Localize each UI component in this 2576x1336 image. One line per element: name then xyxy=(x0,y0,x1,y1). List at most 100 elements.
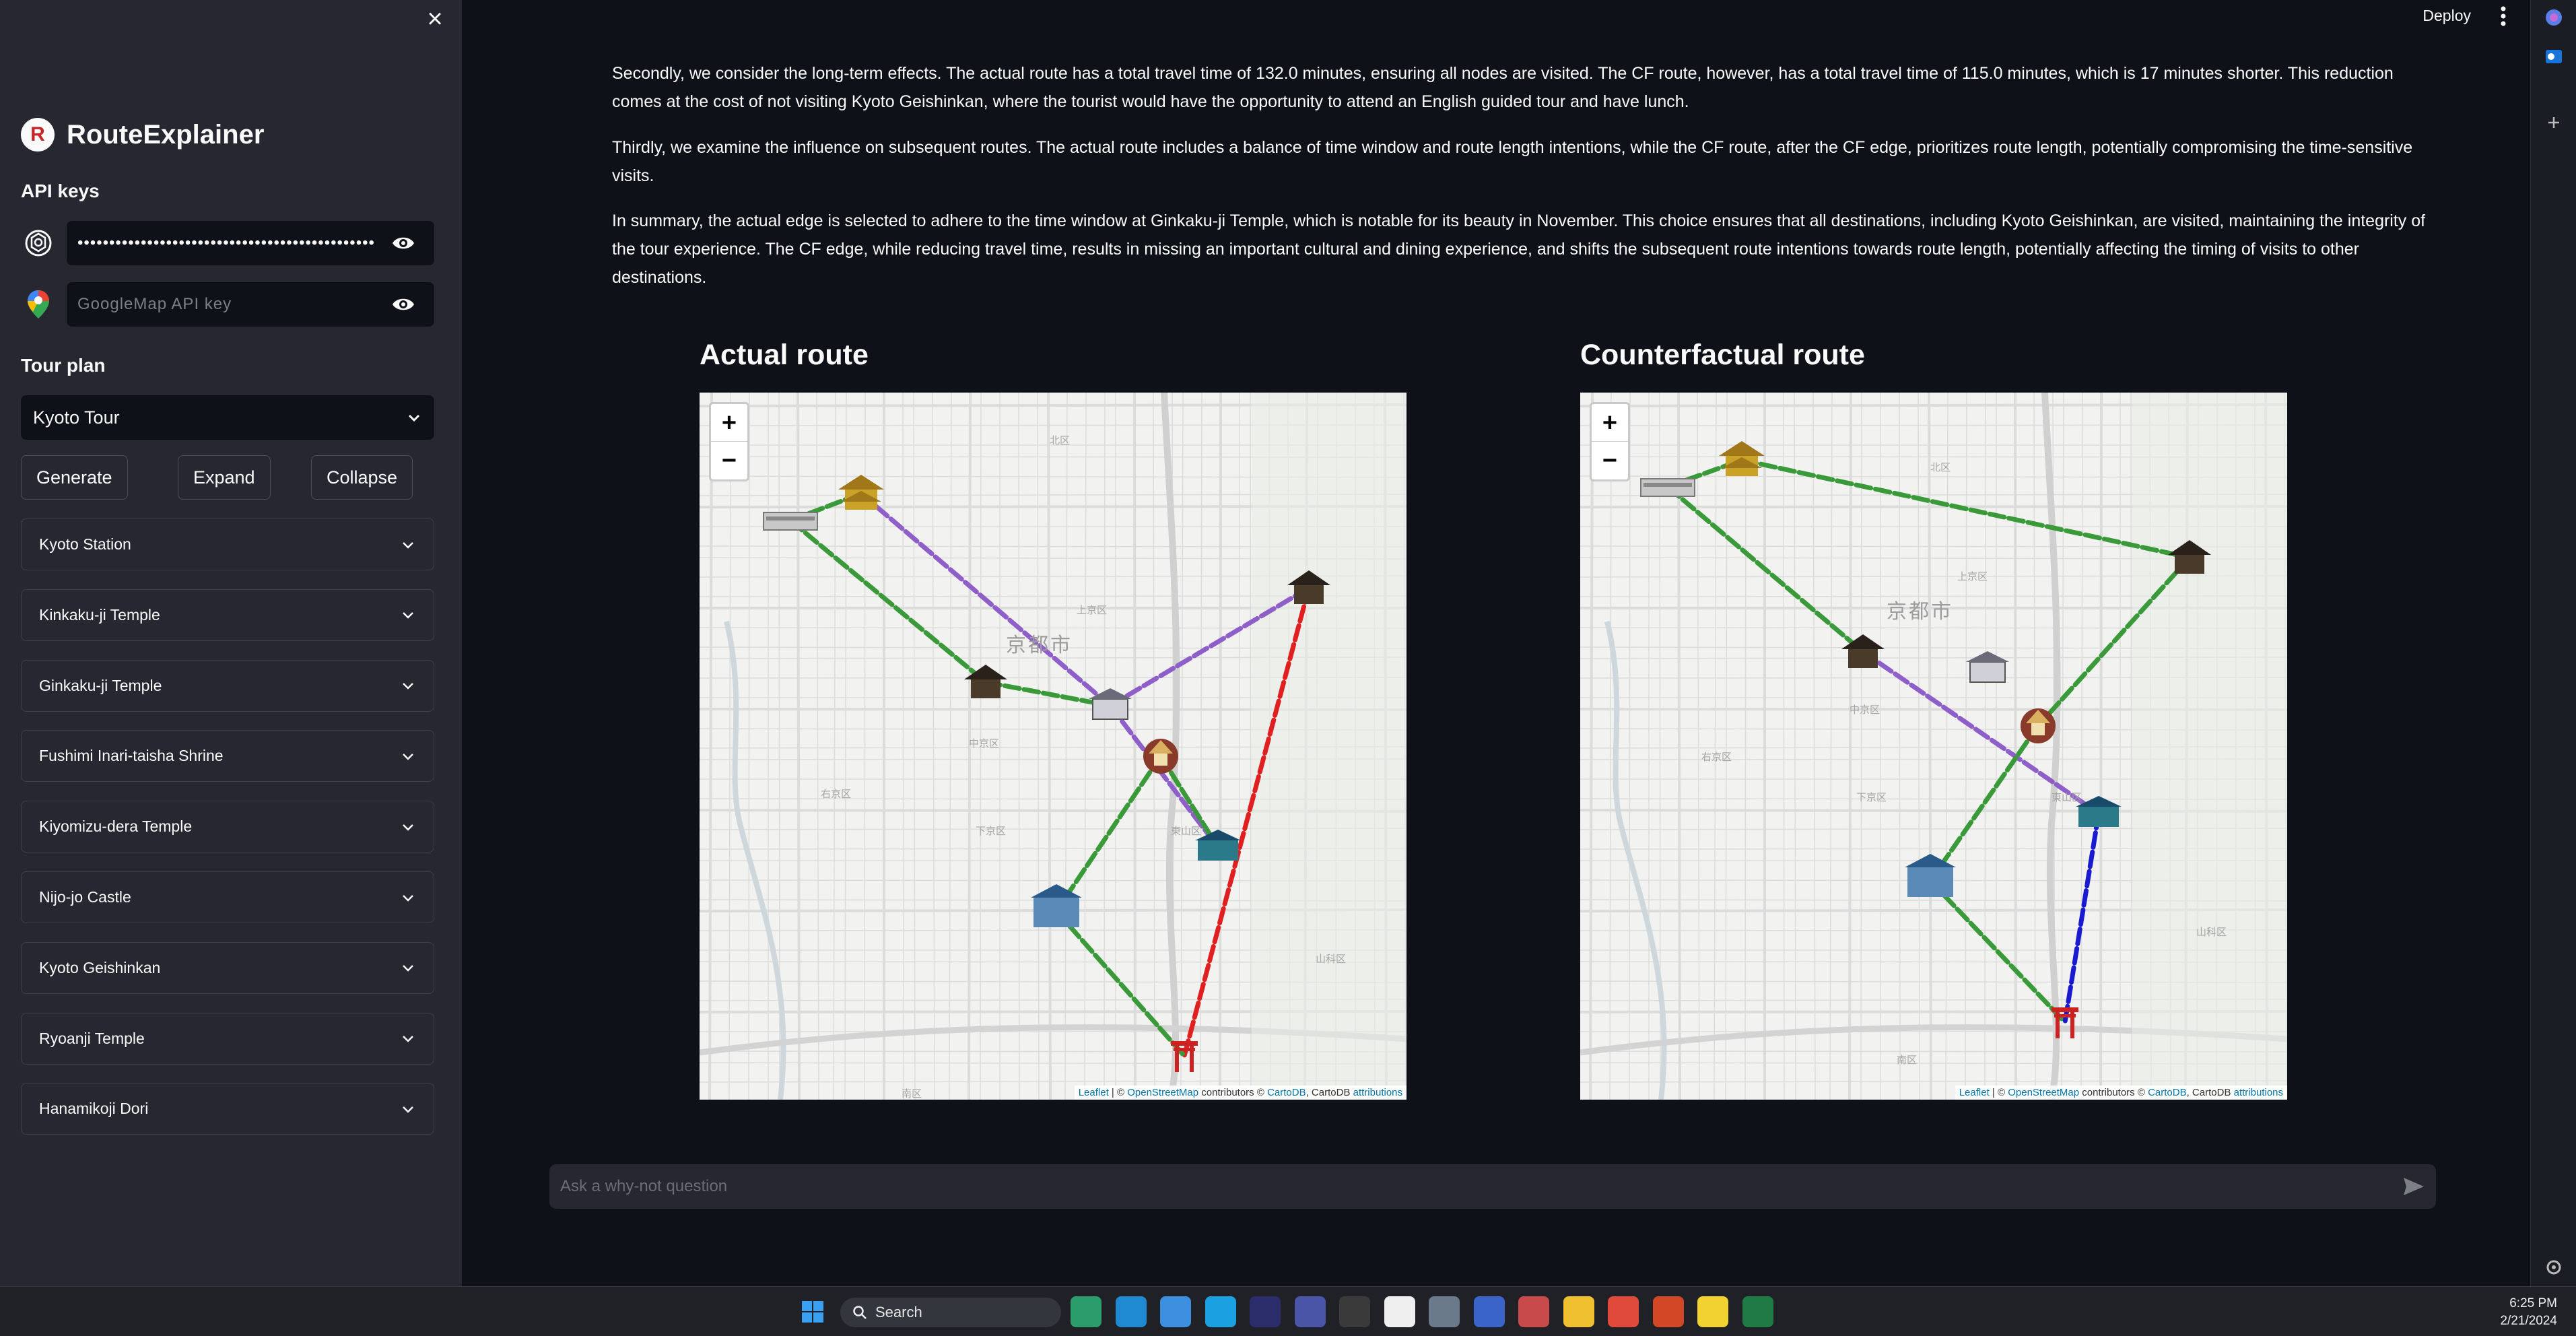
explanation-paragraph: Thirdly, we examine the influence on sub… xyxy=(612,138,2413,185)
zoom-out-button[interactable]: − xyxy=(711,442,747,479)
taskbar-search-label: Search xyxy=(875,1304,922,1321)
chevron-down-icon xyxy=(403,754,413,760)
destination-expander[interactable]: Kyoto Geishinkan xyxy=(21,941,434,994)
deploy-button[interactable]: Deploy xyxy=(2422,7,2471,25)
bluesky-icon[interactable] xyxy=(1160,1296,1191,1327)
district-label: 上京区 xyxy=(1957,570,1988,582)
taskbar-search[interactable]: Search xyxy=(840,1298,1061,1327)
destination-expander[interactable]: Ryoanji Temple xyxy=(21,1012,434,1065)
destination-label: Ryoanji Temple xyxy=(39,1029,145,1047)
destination-expander[interactable]: Nijo-jo Castle xyxy=(21,871,434,923)
chat-input-container[interactable] xyxy=(549,1164,2436,1209)
add-icon[interactable] xyxy=(2543,112,2565,133)
destination-expander[interactable]: Ginkaku-ji Temple xyxy=(21,659,434,712)
gear-icon[interactable] xyxy=(2543,1257,2565,1278)
leaflet-link[interactable]: Leaflet xyxy=(1079,1087,1109,1098)
close-sidebar-button[interactable]: × xyxy=(421,5,448,32)
kyoto-station-marker[interactable] xyxy=(763,512,818,531)
show-password-icon[interactable] xyxy=(391,232,415,255)
actual-route-title: Actual route xyxy=(700,339,869,371)
chevron-down-icon xyxy=(403,965,413,972)
send-icon[interactable] xyxy=(2402,1176,2425,1197)
osm-link[interactable]: OpenStreetMap xyxy=(1127,1087,1198,1098)
more-options-icon[interactable] xyxy=(2495,4,2511,28)
leaflet-link[interactable]: Leaflet xyxy=(1959,1087,1990,1098)
zoom-in-button[interactable]: + xyxy=(1592,404,1628,442)
kiyomizu-marker[interactable] xyxy=(1195,830,1241,861)
kinkakuji-marker[interactable] xyxy=(838,475,884,510)
excel-icon[interactable] xyxy=(1742,1296,1773,1327)
chevron-down-icon xyxy=(403,824,413,831)
main-content: Deploy Secondly, we consider the long-te… xyxy=(462,0,2530,1286)
shrine-marker[interactable] xyxy=(2021,708,2056,743)
chat-input[interactable] xyxy=(560,1177,2311,1196)
remote-desktop-icon[interactable] xyxy=(1473,1296,1505,1327)
show-password-icon[interactable] xyxy=(391,293,415,316)
destination-expander[interactable]: Kiyomizu-dera Temple xyxy=(21,801,434,853)
expand-button[interactable]: Expand xyxy=(178,455,271,500)
file-explorer-icon[interactable] xyxy=(1563,1296,1594,1327)
city-label: 京都市 xyxy=(1006,634,1073,657)
destination-expander[interactable]: Hanamikoji Dori xyxy=(21,1083,434,1135)
google-key-field[interactable] xyxy=(67,282,434,327)
counterfactual-route-map[interactable]: 京都市 北区 上京区 中京区 右京区 下京区 東山区 南区 山科区 + − Leaflet | © O… xyxy=(1580,393,2287,1100)
destination-label: Nijo-jo Castle xyxy=(39,888,131,906)
google-key-row xyxy=(21,282,434,327)
cartodb-link[interactable]: CartoDB xyxy=(2148,1087,2187,1098)
actual-route-map[interactable]: 京都市 北区 上京区 中京区 右京区 下京区 東山区 南区 山科区 + − Leaflet | © O… xyxy=(700,393,1406,1100)
wacom-icon[interactable] xyxy=(1250,1296,1281,1327)
generate-button[interactable]: Generate xyxy=(21,455,128,500)
district-label: 上京区 xyxy=(1077,604,1108,616)
kyoto-station-marker[interactable] xyxy=(1640,478,1695,497)
attributions-link[interactable]: attributions xyxy=(1353,1087,1402,1098)
route-segment-time-window xyxy=(1108,703,1221,850)
district-label: 北区 xyxy=(1930,461,1951,473)
terminal-icon[interactable] xyxy=(1339,1296,1370,1327)
windows-start-icon[interactable] xyxy=(797,1296,828,1327)
zoom-in-button[interactable]: + xyxy=(711,404,747,442)
skype-icon[interactable] xyxy=(1205,1296,1236,1327)
taskbar-clock[interactable]: 6:25 PM 2/21/2024 xyxy=(2500,1295,2557,1330)
destination-expander[interactable]: Kinkaku-ji Temple xyxy=(21,589,434,641)
app-title: RouteExplainer xyxy=(67,119,265,149)
tour-plan-heading: Tour plan xyxy=(21,355,106,376)
vscode-icon[interactable] xyxy=(1115,1296,1147,1327)
search-icon xyxy=(853,1306,867,1319)
collapse-button[interactable]: Collapse xyxy=(311,455,413,500)
tour-plan-select[interactable]: Kyoto Tour xyxy=(21,395,434,440)
photos-icon[interactable] xyxy=(1518,1296,1549,1327)
chevron-down-icon xyxy=(403,1036,413,1042)
district-label: 中京区 xyxy=(969,737,1000,749)
google-maps-icon xyxy=(21,287,56,322)
openai-key-input[interactable] xyxy=(77,234,374,253)
sticky-notes-icon[interactable] xyxy=(1697,1296,1728,1327)
cartodb-link[interactable]: CartoDB xyxy=(1267,1087,1306,1098)
gate-marker[interactable] xyxy=(1966,651,2009,683)
edge-icon[interactable] xyxy=(1071,1296,1101,1327)
destination-expander[interactable]: Fushimi Inari-taisha Shrine xyxy=(21,730,434,782)
powerpoint-icon[interactable] xyxy=(1652,1296,1684,1327)
osm-link[interactable]: OpenStreetMap xyxy=(2008,1087,2079,1098)
attributions-link[interactable]: attributions xyxy=(2234,1087,2283,1098)
district-label: 東山区 xyxy=(2052,791,2082,803)
district-label: 山科区 xyxy=(2196,926,2227,938)
zoom-out-button[interactable]: − xyxy=(1592,442,1628,479)
destination-label: Kyoto Station xyxy=(39,535,131,553)
sidebar: × R RouteExplainer API keys ••••••••••••… xyxy=(0,0,462,1286)
outlook-icon[interactable] xyxy=(2543,46,2565,67)
district-label: 右京区 xyxy=(821,788,852,800)
destination-expander[interactable]: Kyoto Station xyxy=(21,519,434,570)
map-tiles xyxy=(700,393,1406,1100)
route-segment-route-length xyxy=(1739,457,2192,560)
kinkakuji-marker[interactable] xyxy=(1719,441,1765,476)
google-key-input[interactable] xyxy=(77,295,374,314)
copilot-icon[interactable] xyxy=(2543,7,2565,28)
clock-app-icon[interactable] xyxy=(1294,1296,1326,1327)
notion-icon[interactable] xyxy=(1384,1296,1415,1327)
chrome-icon[interactable] xyxy=(1608,1296,1639,1327)
destination-label: Kinkaku-ji Temple xyxy=(39,605,160,624)
map-attribution: Leaflet | © OpenStreetMap contributors ©… xyxy=(1955,1086,2287,1100)
settings-icon[interactable] xyxy=(1429,1296,1460,1327)
openai-key-field[interactable] xyxy=(67,221,434,265)
shrine-marker[interactable] xyxy=(1143,739,1178,774)
